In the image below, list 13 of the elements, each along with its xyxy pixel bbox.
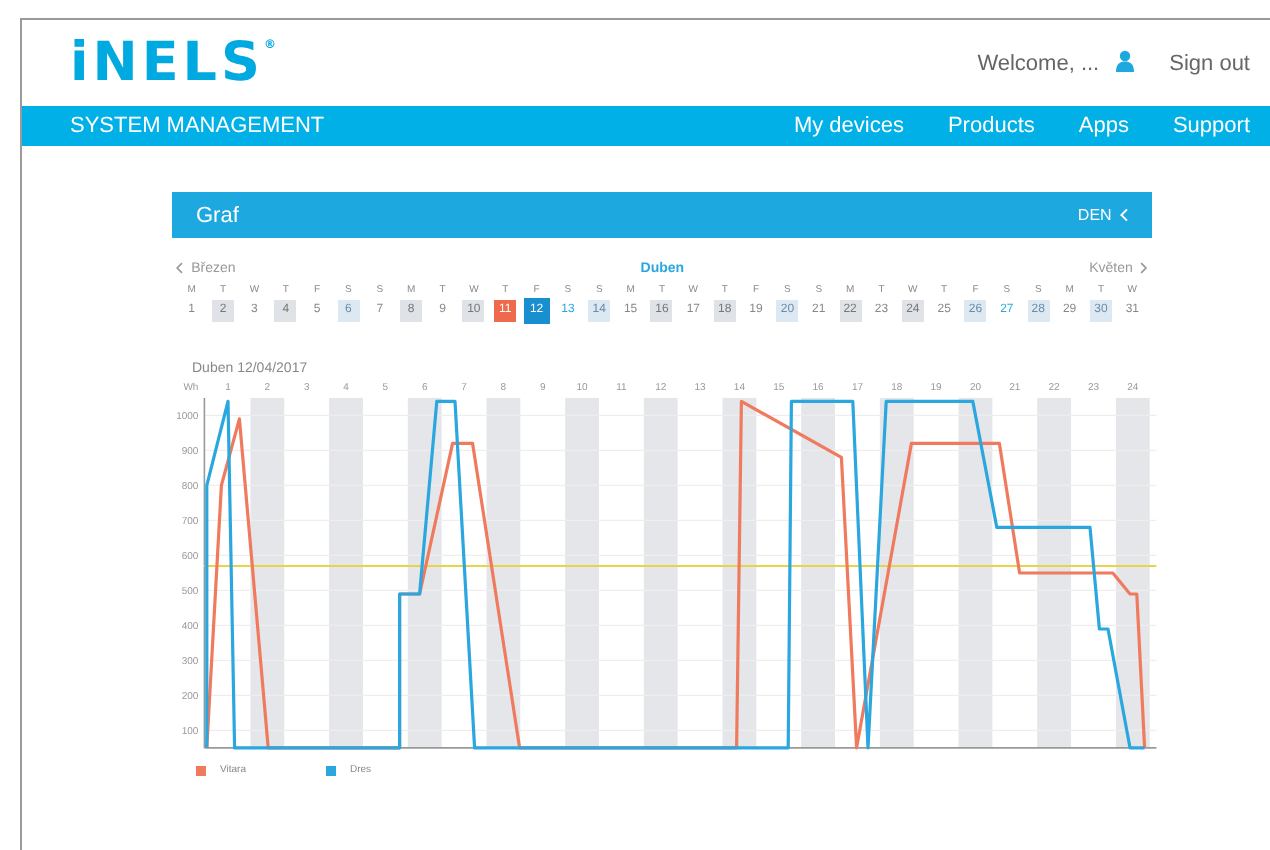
sign-out-link[interactable]: Sign out — [1169, 51, 1250, 75]
panel-title: Graf — [196, 203, 241, 227]
nav-link[interactable]: My devices — [793, 114, 904, 138]
nav-link[interactable]: Products — [947, 114, 1035, 138]
period-button[interactable]: DEN — [1077, 206, 1128, 224]
chevron-left-icon — [176, 262, 184, 274]
section-title: SYSTEM MANAGEMENT — [70, 114, 327, 138]
chevron-left-icon — [1119, 208, 1128, 222]
nav-link[interactable]: Support — [1172, 114, 1250, 138]
chevron-right-icon — [1140, 262, 1148, 274]
nav-link[interactable]: Apps — [1078, 114, 1129, 138]
welcome-text: Welcome, ... — [977, 51, 1100, 75]
user-icon — [1115, 49, 1134, 71]
